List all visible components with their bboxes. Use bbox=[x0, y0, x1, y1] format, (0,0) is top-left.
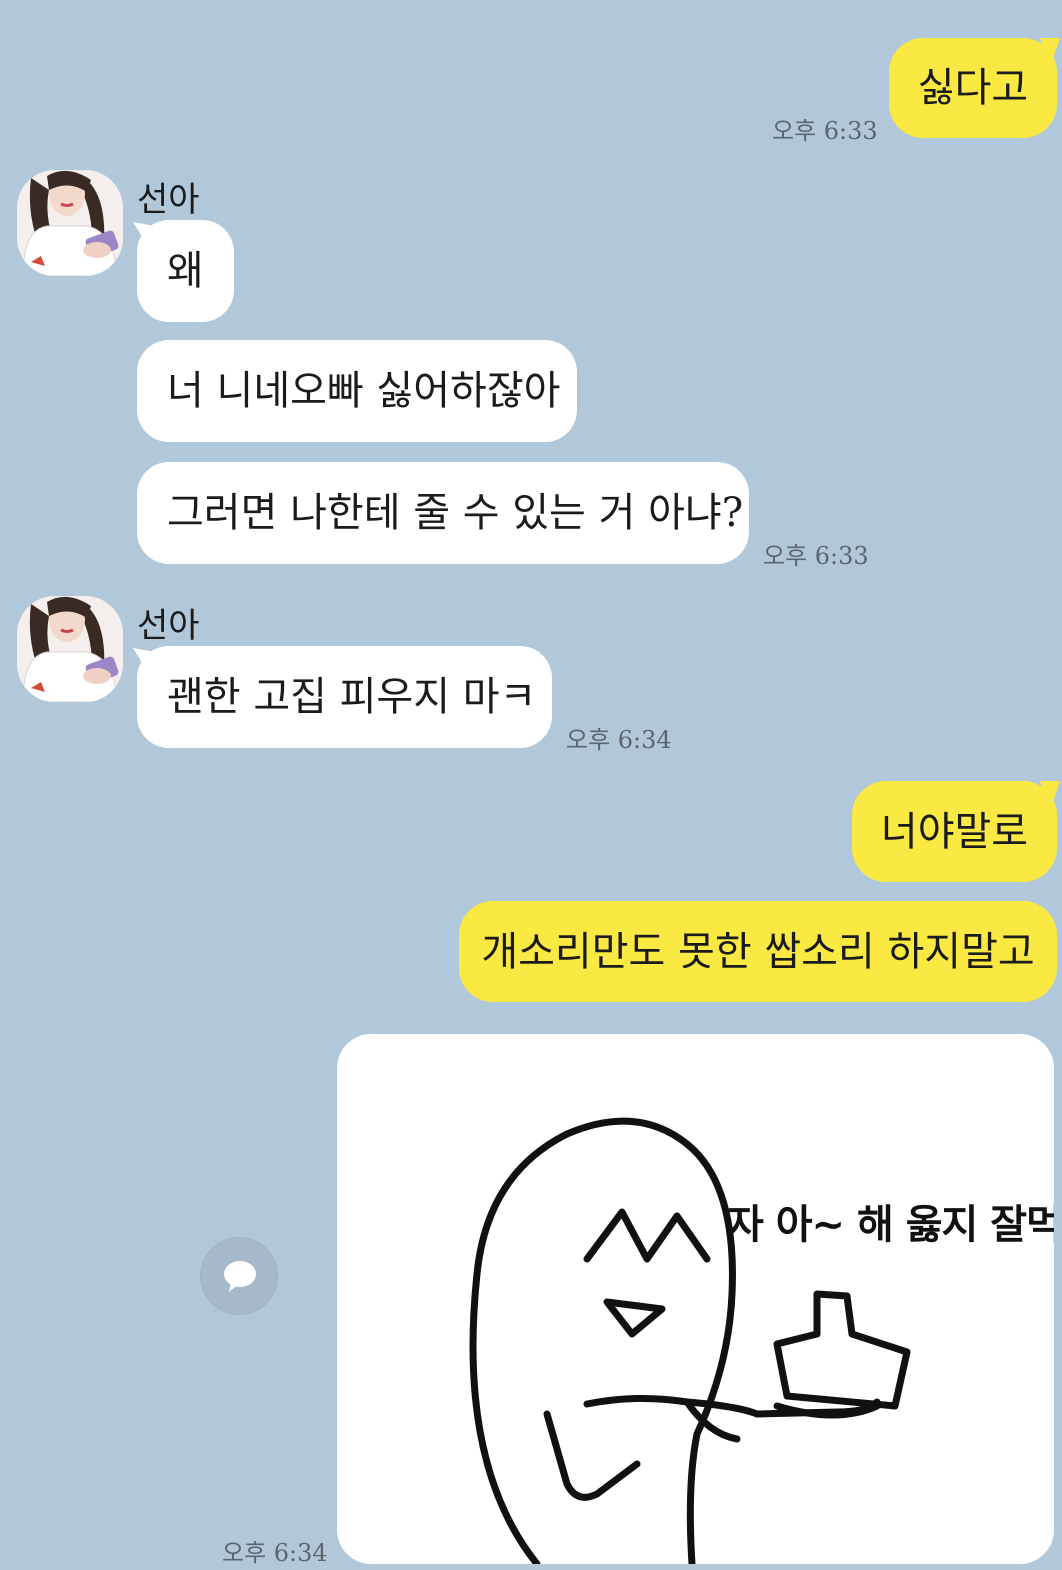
their-message-bubble[interactable]: 너 니네오빠 싫어하잖아 bbox=[137, 340, 577, 442]
sticker-caption: 자 아~ 해 옳지 잘먹는다 bbox=[727, 1202, 1054, 1248]
my-message-bubble[interactable]: 싫다고 bbox=[889, 38, 1057, 138]
bubble-tail bbox=[1040, 38, 1060, 68]
timestamp: 오후 6:33 bbox=[763, 542, 869, 570]
their-message-bubble[interactable]: 그러면 나한테 줄 수 있는 거 아냐? bbox=[137, 462, 749, 564]
my-message-bubble[interactable]: 너야말로 bbox=[852, 781, 1057, 882]
sender-name: 선아 bbox=[137, 606, 200, 646]
timestamp: 오후 6:34 bbox=[566, 726, 672, 754]
profile-photo bbox=[17, 170, 123, 276]
message-text: 괜한 고집 피우지 마ㅋ bbox=[167, 674, 537, 720]
message-text: 싫다고 bbox=[917, 65, 1029, 111]
sender-name: 선아 bbox=[137, 180, 200, 220]
share-button[interactable] bbox=[200, 1237, 278, 1315]
timestamp: 오후 6:33 bbox=[772, 117, 878, 145]
message-text: 너야말로 bbox=[880, 808, 1029, 855]
timestamp: 오후 6:34 bbox=[222, 1539, 328, 1567]
message-text: 개소리만도 못한 쌉소리 하지말고 bbox=[481, 928, 1035, 975]
message-text: 너 니네오빠 싫어하잖아 bbox=[167, 368, 561, 414]
avatar[interactable] bbox=[17, 170, 123, 276]
profile-photo bbox=[17, 596, 123, 702]
message-text: 그러면 나한테 줄 수 있는 거 아냐? bbox=[167, 490, 744, 536]
stick-figure-drawing bbox=[469, 1117, 911, 1564]
avatar[interactable] bbox=[17, 596, 123, 702]
my-message-bubble[interactable]: 개소리만도 못한 쌉소리 하지말고 bbox=[459, 901, 1057, 1002]
speech-bubble-icon bbox=[224, 1261, 256, 1292]
their-message-bubble[interactable]: 왜 bbox=[137, 220, 234, 322]
bubble-tail bbox=[1040, 781, 1060, 811]
their-message-bubble[interactable]: 괜한 고집 피우지 마ㅋ bbox=[137, 646, 552, 748]
sticker-image[interactable]: 자 아~ 해 옳지 잘먹는다 bbox=[337, 1034, 1054, 1564]
message-text: 왜 bbox=[167, 248, 204, 294]
